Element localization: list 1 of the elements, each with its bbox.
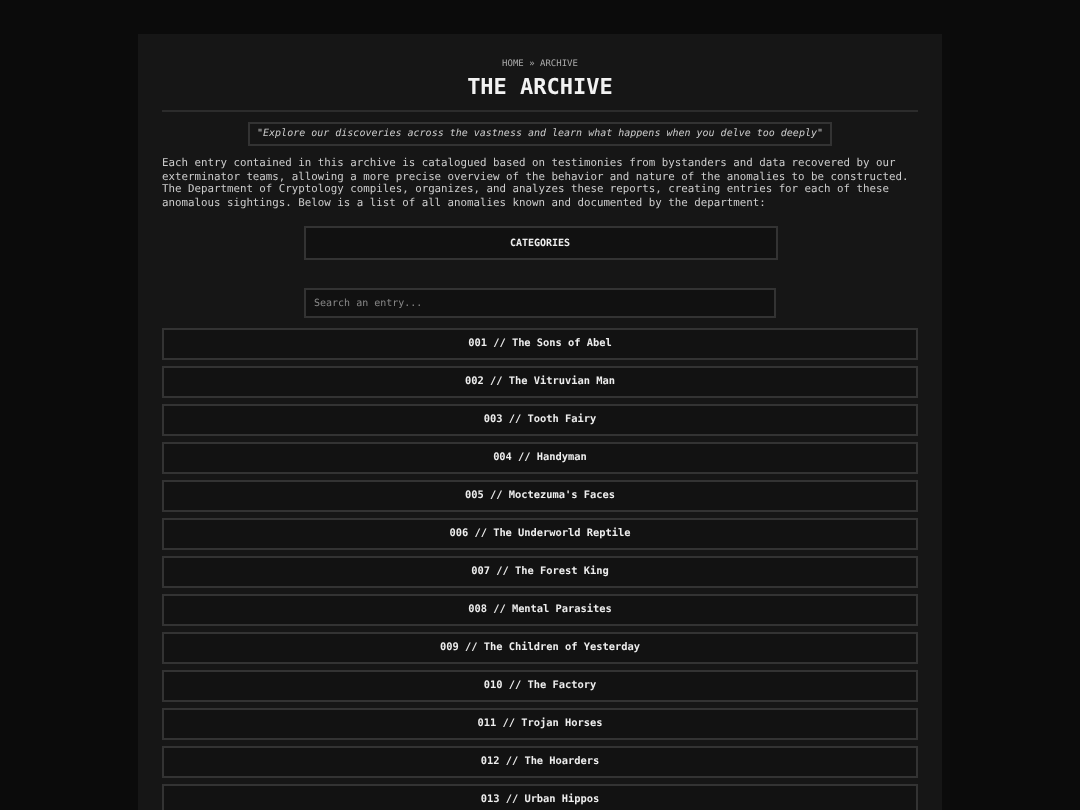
page-title: THE ARCHIVE bbox=[467, 74, 613, 100]
